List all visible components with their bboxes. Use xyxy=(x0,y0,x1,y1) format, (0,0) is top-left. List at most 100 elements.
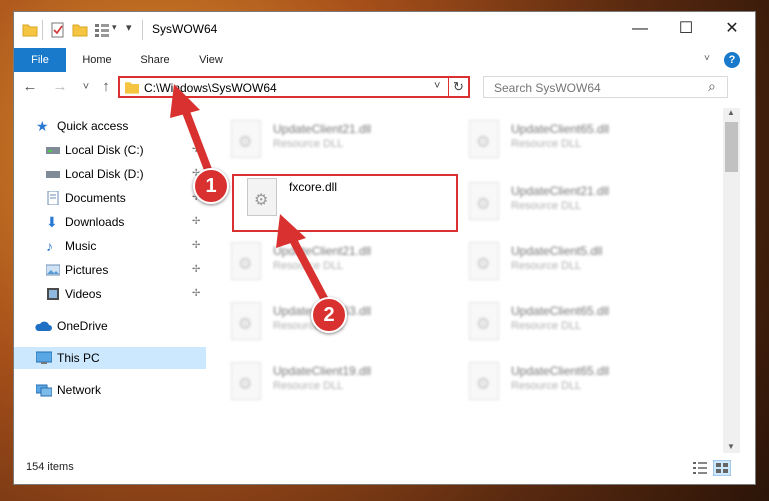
new-folder-icon[interactable] xyxy=(72,22,88,38)
file-item[interactable]: ⚙ UpdateClient21.dll Resource DLL xyxy=(221,116,451,164)
dll-file-icon: ⚙ xyxy=(231,242,261,280)
tab-home[interactable]: Home xyxy=(72,48,122,72)
scroll-down-icon[interactable]: ▼ xyxy=(727,442,735,451)
file-item[interactable]: ⚙ UpdateClient21.dll Resource DLL xyxy=(459,178,689,226)
dll-file-icon: ⚙ xyxy=(231,120,261,158)
address-dropdown-icon[interactable]: ˅ xyxy=(434,80,440,92)
sidebar-item-local-disk-c[interactable]: Local Disk (C:) ✢ xyxy=(14,139,206,161)
sidebar-item-documents[interactable]: Documents ✢ xyxy=(14,187,206,209)
tab-file[interactable]: File xyxy=(14,48,66,72)
documents-icon xyxy=(47,191,59,205)
minimize-button[interactable]: — xyxy=(617,12,663,46)
address-divider xyxy=(448,78,449,96)
sidebar-item-downloads[interactable]: ⬇ Downloads ✢ xyxy=(14,211,206,233)
file-type: Resource DLL xyxy=(273,260,344,272)
search-input[interactable] xyxy=(492,78,706,98)
sidebar-item-videos[interactable]: Videos ✢ xyxy=(14,283,206,305)
refresh-icon[interactable]: ↻ xyxy=(453,79,464,95)
sidebar-item-network[interactable]: Network xyxy=(14,379,206,401)
help-button[interactable]: ? xyxy=(724,52,740,68)
tab-share[interactable]: Share xyxy=(130,48,180,72)
pin-icon[interactable]: ✢ xyxy=(192,139,200,161)
sidebar-item-pictures[interactable]: Pictures ✢ xyxy=(14,259,206,281)
file-name: UpdateClient21.dll xyxy=(273,122,372,136)
status-bar: 154 items xyxy=(14,453,755,484)
title-separator xyxy=(42,20,43,40)
properties-icon[interactable] xyxy=(50,22,66,38)
drive-icon xyxy=(46,171,60,178)
tab-view[interactable]: View xyxy=(186,48,236,72)
address-bar[interactable]: C:\Windows\SysWOW64 ˅ ↻ xyxy=(118,76,470,98)
back-button[interactable]: ← xyxy=(20,77,40,97)
sidebar-item-label: Local Disk (D:) xyxy=(65,167,144,181)
file-type: Resource DLL xyxy=(273,380,344,392)
sidebar-item-music[interactable]: ♪ Music ✢ xyxy=(14,235,206,257)
star-icon: ★ xyxy=(36,118,49,134)
folder-icon xyxy=(125,82,139,94)
file-type: Resource DLL xyxy=(511,138,582,150)
file-item[interactable]: ⚙ UpdateClient5.dll Resource DLL xyxy=(459,238,689,286)
sidebar-item-label: Local Disk (C:) xyxy=(65,143,144,157)
file-name: UpdateClient65.dll xyxy=(511,304,610,318)
sidebar-item-label: Videos xyxy=(65,287,102,301)
folder-icon xyxy=(22,24,38,37)
sidebar-item-quick-access[interactable]: ★ Quick access xyxy=(14,115,206,137)
scroll-up-icon[interactable]: ▲ xyxy=(727,108,735,117)
pictures-icon xyxy=(46,264,60,276)
file-name: UpdateClient65.dll xyxy=(511,122,610,136)
pin-icon[interactable]: ✢ xyxy=(192,259,200,281)
forward-button[interactable]: → xyxy=(50,77,70,97)
file-type: Resource DLL xyxy=(511,200,582,212)
title-bar: ▾ ▾ SysWOW64 — ☐ ✕ xyxy=(14,12,755,48)
search-box[interactable]: ⌕ xyxy=(483,76,728,98)
pin-icon[interactable]: ✢ xyxy=(192,235,200,257)
file-item[interactable]: ⚙ UpdateClient65.dll Resource DLL xyxy=(459,358,689,406)
file-item[interactable]: ⚙ UpdateClient19.dll Resource DLL xyxy=(221,358,451,406)
explorer-window: ▾ ▾ SysWOW64 — ☐ ✕ File Home Share View … xyxy=(14,12,755,484)
computer-icon xyxy=(36,351,52,364)
item-count: 154 items xyxy=(26,461,74,473)
file-name: UpdateClient21.dll xyxy=(511,184,610,198)
dll-file-icon: ⚙ xyxy=(469,182,499,220)
expand-ribbon-icon[interactable]: ˅ xyxy=(704,53,710,64)
sidebar-item-label: Pictures xyxy=(65,263,109,277)
file-item[interactable]: ⚙ UpdateClient65.dll Resource DLL xyxy=(459,116,689,164)
recent-locations-button[interactable]: ˅ xyxy=(76,77,96,97)
window-title: SysWOW64 xyxy=(152,22,218,36)
customize-qa-icon[interactable]: ▾ xyxy=(126,21,132,34)
view-options-icon[interactable] xyxy=(94,22,110,38)
file-item[interactable]: ⚙ UpdateClient21.dll Resource DLL xyxy=(221,238,451,286)
sidebar-item-onedrive[interactable]: OneDrive xyxy=(14,315,206,337)
sidebar-item-local-disk-d[interactable]: Local Disk (D:) ✢ xyxy=(14,163,206,185)
maximize-button[interactable]: ☐ xyxy=(663,12,709,46)
details-view-icon[interactable] xyxy=(693,462,707,474)
search-icon[interactable]: ⌕ xyxy=(708,78,716,95)
address-path[interactable]: C:\Windows\SysWOW64 xyxy=(144,81,277,95)
drive-icon xyxy=(46,147,60,154)
qa-dropdown-icon[interactable]: ▾ xyxy=(112,22,117,33)
navigation-pane: ★ Quick access Local Disk (C:) ✢ Local D… xyxy=(14,108,206,453)
scroll-thumb[interactable] xyxy=(725,122,738,172)
dll-file-icon: ⚙ xyxy=(469,242,499,280)
file-name: UpdateClient65.dll xyxy=(511,364,610,378)
vertical-scrollbar[interactable]: ▲ ▼ xyxy=(723,108,740,453)
sidebar-item-label: Music xyxy=(65,239,97,253)
sidebar-item-this-pc[interactable]: This PC xyxy=(14,347,206,369)
dll-file-icon: ⚙ xyxy=(469,120,499,158)
up-button[interactable]: ↑ xyxy=(96,77,116,97)
file-list: ⚙ UpdateClient21.dll Resource DLL ⚙ fxco… xyxy=(221,108,723,453)
file-type: Resource DLL xyxy=(273,138,344,150)
pin-icon[interactable]: ✢ xyxy=(192,283,200,305)
file-name: UpdateClient19.dll xyxy=(273,364,372,378)
sidebar-item-label: Documents xyxy=(65,191,126,205)
sidebar-item-label: Quick access xyxy=(57,119,129,133)
close-button[interactable]: ✕ xyxy=(709,12,755,46)
network-icon xyxy=(36,384,52,397)
dll-file-icon: ⚙ xyxy=(231,362,261,400)
pin-icon[interactable]: ✢ xyxy=(192,211,200,233)
large-icons-view-icon[interactable] xyxy=(713,460,731,476)
file-item[interactable]: ⚙ UpdateClient65.dll Resource DLL xyxy=(459,298,689,346)
fxcore-highlight-box xyxy=(232,174,458,232)
file-type: Resource DLL xyxy=(511,260,582,272)
ribbon-tabs: File Home Share View ˅ ? xyxy=(14,48,755,73)
